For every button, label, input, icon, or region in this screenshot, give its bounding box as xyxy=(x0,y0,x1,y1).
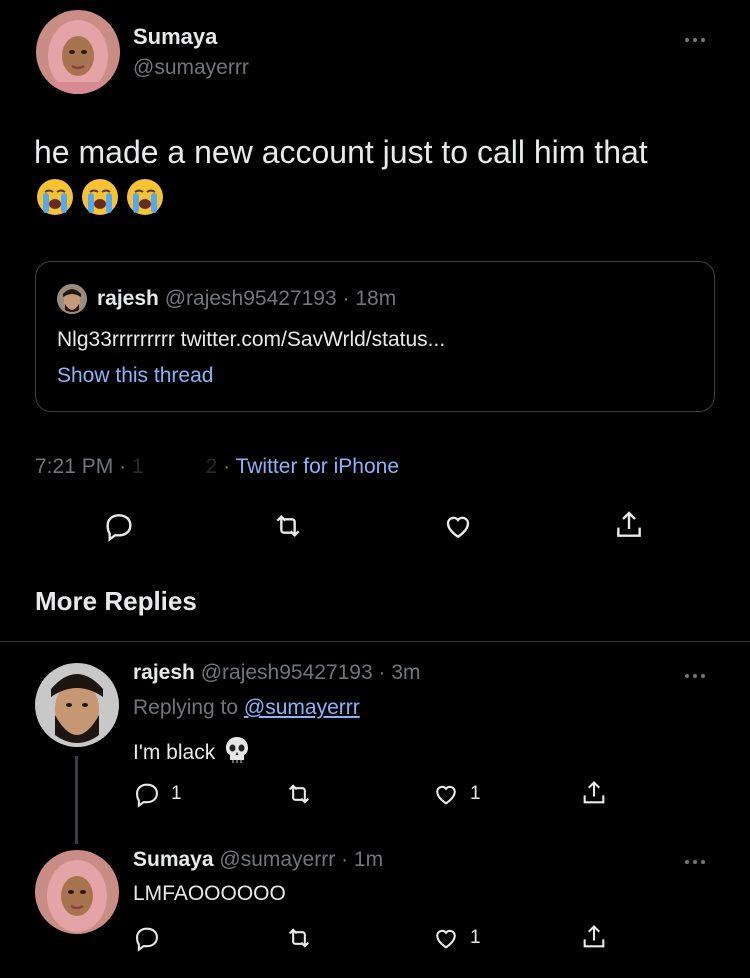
reply-separator: · xyxy=(341,848,349,871)
reply-like-count: 1 xyxy=(470,927,481,948)
reply-avatar[interactable] xyxy=(35,663,119,747)
reply-retweet-icon[interactable] xyxy=(284,780,314,808)
replying-to: Replying to @sumayerrr xyxy=(133,696,360,720)
tweet-date-start: 1 xyxy=(131,455,144,478)
reply-like-icon[interactable]: 1 xyxy=(432,780,481,808)
share-icon[interactable] xyxy=(613,508,645,542)
reply-separator: · xyxy=(378,661,386,684)
tweet-text: he made a new account just to call him t… xyxy=(34,134,648,170)
reply-text: LMFAOOOOOO xyxy=(133,882,286,905)
meta-separator: · xyxy=(119,455,127,478)
more-options-icon[interactable] xyxy=(685,38,705,42)
tweet-time[interactable]: 7:21 PM xyxy=(35,455,113,478)
tweet-date-end: 2 xyxy=(205,455,218,478)
reply-author-handle[interactable]: @rajesh95427193 xyxy=(201,661,373,684)
meta-separator: · xyxy=(223,455,231,478)
reply-author-line: rajesh @rajesh95427193 · 3m xyxy=(133,661,421,685)
author-avatar[interactable] xyxy=(36,10,120,94)
like-icon[interactable] xyxy=(442,510,474,542)
reply-retweet-icon[interactable] xyxy=(284,924,314,952)
reply-author-handle[interactable]: @sumayerrr xyxy=(219,848,335,871)
section-title: More Replies xyxy=(35,586,197,616)
reply-author-name[interactable]: rajesh xyxy=(133,661,195,684)
loudly-crying-face-icon xyxy=(81,178,119,221)
tweet-meta: 7:21 PM · 1 2 · Twitter for iPhone xyxy=(35,455,399,479)
retweet-icon[interactable] xyxy=(271,510,305,542)
tweet-date: 1 2 xyxy=(132,455,217,479)
reply-reply-count: 1 xyxy=(171,783,182,804)
quote-author-line: rajesh @rajesh95427193 · 18m xyxy=(97,287,396,311)
loudly-crying-face-icon xyxy=(36,178,74,221)
quote-text[interactable]: Nlg33rrrrrrrrr twitter.com/SavWrld/statu… xyxy=(57,328,445,352)
reply-share-icon[interactable] xyxy=(580,778,608,808)
skull-icon xyxy=(223,735,251,771)
quote-timestamp[interactable]: 18m xyxy=(355,287,396,310)
reply-like-icon[interactable]: 1 xyxy=(432,924,481,952)
replying-to-label: Replying to xyxy=(133,696,239,719)
reply-text: I'm black xyxy=(133,741,216,764)
reply-author-name[interactable]: Sumaya xyxy=(133,848,214,871)
redacted-date xyxy=(144,458,206,476)
reply-more-options-icon[interactable] xyxy=(685,674,705,678)
reply-timestamp[interactable]: 3m xyxy=(391,661,420,684)
replying-to-handle[interactable]: @sumayerrr xyxy=(244,696,360,719)
section-divider xyxy=(0,641,750,642)
author-handle[interactable]: @sumayerrr xyxy=(133,56,249,80)
reply-more-options-icon[interactable] xyxy=(685,860,705,864)
reply-reply-icon[interactable] xyxy=(133,924,161,952)
tweet-source[interactable]: Twitter for iPhone xyxy=(236,455,399,478)
reply-author-line: Sumaya @sumayerrr · 1m xyxy=(133,848,383,872)
thread-line xyxy=(75,756,78,844)
quote-author-avatar[interactable] xyxy=(57,284,87,314)
reply-share-icon[interactable] xyxy=(580,922,608,952)
quote-separator: · xyxy=(342,287,350,310)
reply-text-row: I'm black xyxy=(133,735,251,771)
author-name[interactable]: Sumaya xyxy=(133,24,217,50)
reply-timestamp[interactable]: 1m xyxy=(354,848,383,871)
reply-like-count: 1 xyxy=(470,783,481,804)
quote-author-name[interactable]: rajesh xyxy=(97,287,159,310)
reply-avatar[interactable] xyxy=(35,850,119,934)
reply-icon[interactable] xyxy=(103,510,135,542)
emoji-row xyxy=(36,178,164,221)
loudly-crying-face-icon xyxy=(126,178,164,221)
show-thread-link[interactable]: Show this thread xyxy=(57,364,213,388)
reply-reply-icon[interactable]: 1 xyxy=(133,780,182,808)
quote-author-handle[interactable]: @rajesh95427193 xyxy=(165,287,337,310)
